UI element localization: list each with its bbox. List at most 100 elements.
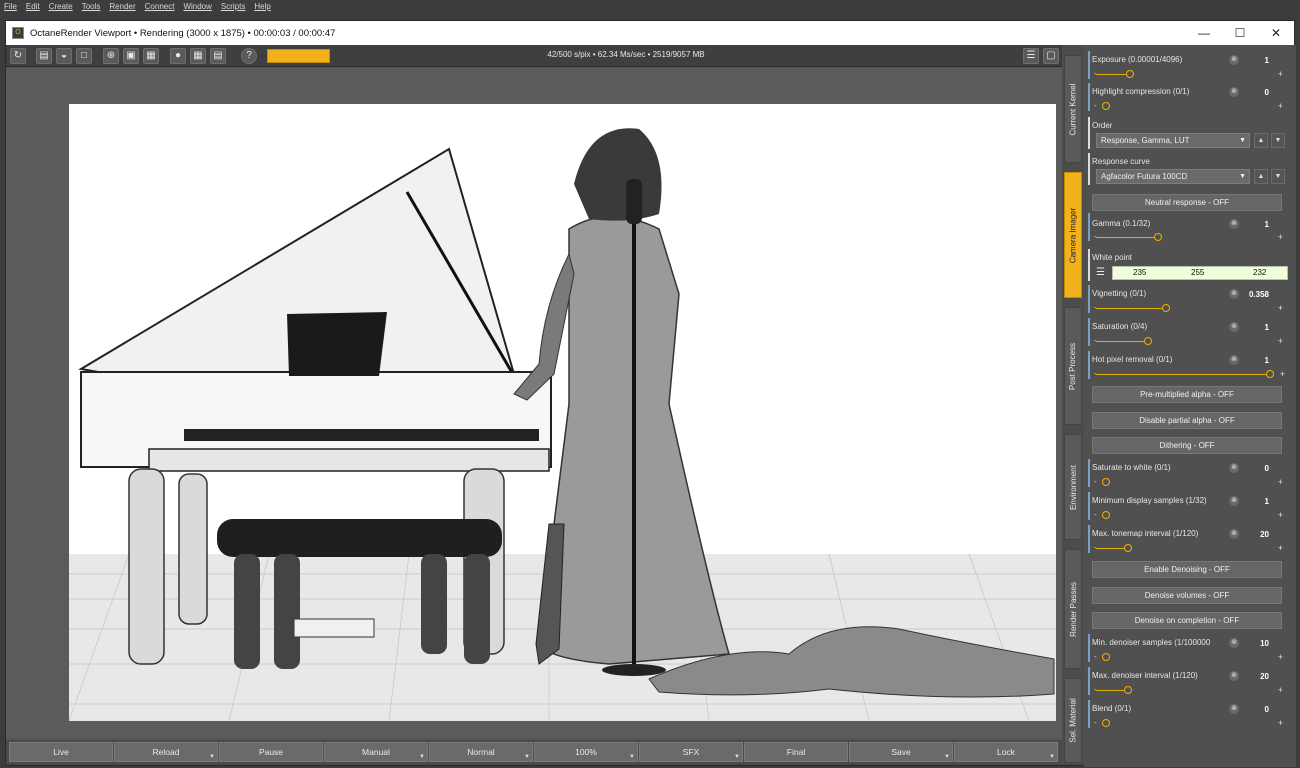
increment-icon[interactable]: + (1278, 544, 1283, 553)
increment-icon[interactable]: + (1278, 686, 1283, 695)
list-icon[interactable]: ☰ (1023, 48, 1039, 64)
menu-help[interactable]: Help (254, 2, 270, 11)
dithering-button[interactable]: Dithering - OFF (1092, 437, 1282, 454)
menu-edit[interactable]: Edit (26, 2, 40, 11)
tab-sel-material[interactable]: Sel. Material (1064, 678, 1082, 763)
increment-icon[interactable]: + (1278, 70, 1283, 79)
render-image[interactable] (69, 104, 1056, 721)
menu-file[interactable]: File (4, 2, 17, 11)
hot-pixel-slider-track[interactable] (1096, 374, 1268, 375)
highlight-value[interactable]: 0 (1265, 88, 1269, 97)
max-denoiser-value[interactable]: 20 (1260, 672, 1269, 681)
tab-environment[interactable]: Environment (1064, 434, 1082, 540)
reset-icon[interactable]: ⊗ (1229, 289, 1239, 299)
saturation-value[interactable]: 1 (1265, 323, 1269, 332)
response-dropdown[interactable]: Agfacolor Futura 100CD ▼ (1096, 169, 1250, 184)
sfx-button[interactable]: SFX ▼ (639, 742, 743, 762)
increment-icon[interactable]: + (1278, 102, 1283, 111)
menu-scripts[interactable]: Scripts (221, 2, 245, 11)
order-dropdown[interactable]: Response, Gamma, LUT ▼ (1096, 133, 1250, 148)
restart-render-icon[interactable]: ↻ (10, 48, 26, 64)
lock-button[interactable]: Lock ▼ (954, 742, 1058, 762)
minimize-icon[interactable]: — (1186, 21, 1222, 45)
saturate-white-slider-handle[interactable] (1102, 478, 1110, 486)
render-viewport[interactable] (6, 68, 1068, 738)
min-denoiser-value[interactable]: 10 (1260, 639, 1269, 648)
screenshot-camera-icon[interactable]: ▢ (1043, 48, 1059, 64)
menu-create[interactable]: Create (49, 2, 73, 11)
gamma-value[interactable]: 1 (1265, 220, 1269, 229)
move-down-icon[interactable]: ▼ (1271, 133, 1285, 148)
picker-icon[interactable]: ⊕ (103, 48, 119, 64)
reset-icon[interactable]: ⊗ (1229, 529, 1239, 539)
zoom-icon[interactable]: □ (76, 48, 92, 64)
neutral-response-button[interactable]: Neutral response - OFF (1092, 194, 1282, 211)
decrement-icon[interactable]: - (1094, 719, 1097, 727)
increment-icon[interactable]: + (1278, 337, 1283, 346)
zoom-percent-button[interactable]: 100% ▼ (534, 742, 638, 762)
increment-icon[interactable]: + (1278, 719, 1283, 728)
min-display-slider-handle[interactable] (1102, 511, 1110, 519)
move-up-icon[interactable]: ▲ (1254, 169, 1268, 184)
exposure-slider-handle[interactable] (1126, 70, 1134, 78)
increment-icon[interactable]: + (1278, 304, 1283, 313)
max-tonemap-value[interactable]: 20 (1260, 530, 1269, 539)
increment-icon[interactable]: + (1278, 653, 1283, 662)
max-denoiser-slider-track[interactable] (1096, 690, 1124, 691)
move-down-icon[interactable]: ▼ (1271, 169, 1285, 184)
vignetting-slider-track[interactable] (1096, 308, 1162, 309)
live-button[interactable]: Live (9, 742, 113, 762)
highlight-slider-handle[interactable] (1102, 102, 1110, 110)
menu-connect[interactable]: Connect (145, 2, 175, 11)
list-icon[interactable]: ☰ (1096, 267, 1105, 278)
material-ball-icon[interactable]: ● (170, 48, 186, 64)
move-up-icon[interactable]: ▲ (1254, 133, 1268, 148)
menu-tools[interactable]: Tools (82, 2, 101, 11)
help-icon[interactable]: ? (241, 48, 257, 64)
min-denoiser-slider-handle[interactable] (1102, 653, 1110, 661)
tab-camera-imager[interactable]: Camera Imager (1064, 172, 1082, 298)
exposure-slider-track[interactable] (1096, 74, 1126, 75)
exposure-value[interactable]: 1 (1265, 56, 1269, 65)
vignetting-slider-handle[interactable] (1162, 304, 1170, 312)
reset-icon[interactable]: ⊗ (1229, 704, 1239, 714)
white-point-field[interactable]: 235 255 232 (1112, 266, 1288, 280)
grid-view-icon[interactable]: ▦ (143, 48, 159, 64)
image-icon[interactable]: ▤ (210, 48, 226, 64)
premultiplied-alpha-button[interactable]: Pre-multiplied alpha - OFF (1092, 386, 1282, 403)
decrement-icon[interactable]: - (1094, 102, 1097, 110)
tab-post-process[interactable]: Post Process (1064, 307, 1082, 425)
denoise-volumes-button[interactable]: Denoise volumes - OFF (1092, 587, 1282, 604)
decrement-icon[interactable]: - (1094, 511, 1097, 519)
close-icon[interactable]: ✕ (1258, 21, 1294, 45)
saturation-slider-track[interactable] (1096, 341, 1144, 342)
hot-pixel-value[interactable]: 1 (1265, 356, 1269, 365)
reset-icon[interactable]: ⊗ (1229, 219, 1239, 229)
max-denoiser-slider-handle[interactable] (1124, 686, 1132, 694)
camera-icon[interactable]: ◒ (56, 48, 72, 64)
reset-icon[interactable]: ⊗ (1229, 55, 1239, 65)
save-button[interactable]: Save ▼ (849, 742, 953, 762)
normal-button[interactable]: Normal ▼ (429, 742, 533, 762)
hot-pixel-slider-handle[interactable] (1266, 370, 1274, 378)
reset-icon[interactable]: ⊗ (1229, 322, 1239, 332)
reset-icon[interactable]: ⊗ (1229, 671, 1239, 681)
final-button[interactable]: Final (744, 742, 848, 762)
maximize-icon[interactable]: ☐ (1222, 21, 1258, 45)
decrement-icon[interactable]: - (1094, 478, 1097, 486)
saturate-white-value[interactable]: 0 (1265, 464, 1269, 473)
increment-icon[interactable]: + (1278, 511, 1283, 520)
denoise-completion-button[interactable]: Denoise on completion - OFF (1092, 612, 1282, 629)
tab-current-kernel[interactable]: Current Kernel (1064, 55, 1082, 163)
reset-icon[interactable]: ⊗ (1229, 87, 1239, 97)
disable-partial-alpha-button[interactable]: Disable partial alpha - OFF (1092, 412, 1282, 429)
saturation-slider-handle[interactable] (1144, 337, 1152, 345)
region-icon[interactable]: ▣ (123, 48, 139, 64)
blend-slider-handle[interactable] (1102, 719, 1110, 727)
gamma-slider-handle[interactable] (1154, 233, 1162, 241)
vignetting-value[interactable]: 0.358 (1249, 290, 1269, 299)
max-tonemap-slider-handle[interactable] (1124, 544, 1132, 552)
recenter-view-icon[interactable]: ▤ (36, 48, 52, 64)
menu-window[interactable]: Window (183, 2, 211, 11)
reset-icon[interactable]: ⊗ (1229, 638, 1239, 648)
